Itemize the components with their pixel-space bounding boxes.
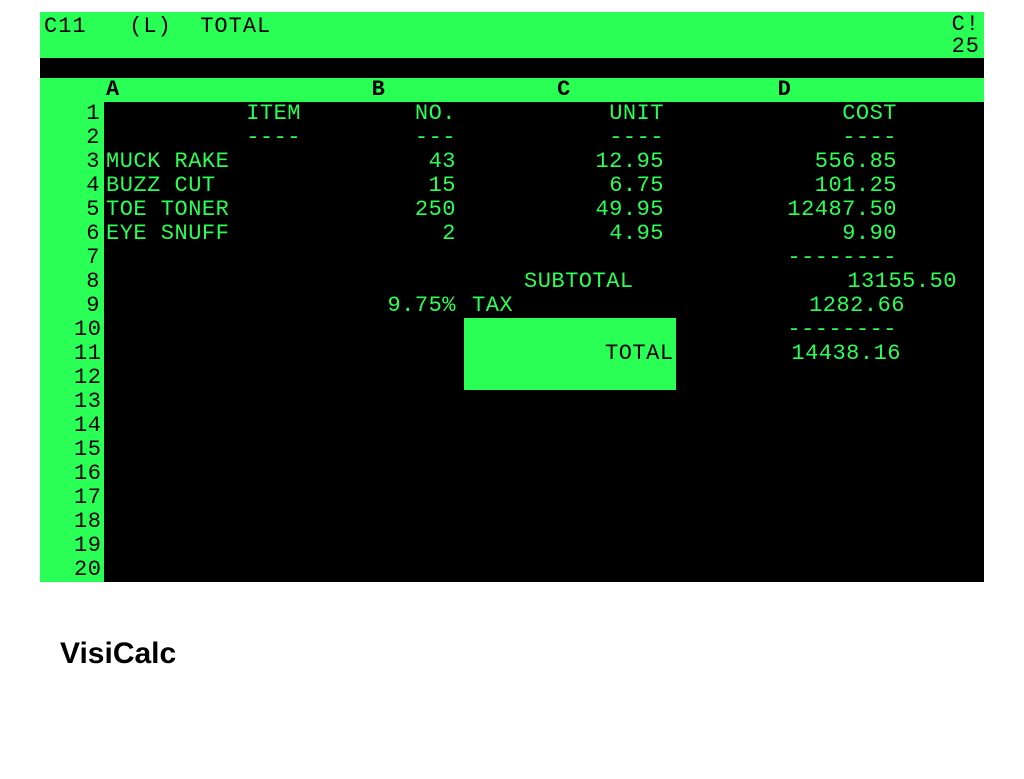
table-row[interactable]: 13 — [74, 390, 984, 414]
row-number: 7 — [74, 246, 104, 270]
visicalc-screen: C11 (L) TOTAL C! 25 A B C D 1 ITEM NO. — [40, 12, 984, 582]
table-row[interactable]: 14 — [74, 414, 984, 438]
col-header-d[interactable]: D — [672, 78, 905, 102]
status-format: (L) — [129, 14, 172, 39]
table-row[interactable]: 3 MUCK RAKE 43 12.95 556.85 — [74, 150, 984, 174]
row-number: 4 — [74, 174, 104, 198]
cell[interactable]: 101.25 — [672, 174, 905, 198]
caption: VisiCalc — [60, 637, 1024, 671]
cell[interactable]: 14438.16 — [676, 342, 909, 366]
status-content: TOTAL — [200, 14, 271, 39]
cell[interactable]: 556.85 — [672, 150, 905, 174]
cell[interactable]: 250 — [301, 198, 464, 222]
table-row[interactable]: 20 — [74, 558, 984, 582]
cell[interactable]: ITEM — [104, 102, 301, 126]
spreadsheet[interactable]: A B C D 1 ITEM NO. UNIT COST 2 ---- --- … — [40, 78, 984, 582]
status-cell-ref: C11 — [44, 14, 87, 39]
cell[interactable]: NO. — [301, 102, 464, 126]
cell[interactable]: -------- — [672, 318, 905, 342]
separator-strip — [40, 58, 984, 78]
row-number: 10 — [74, 318, 104, 342]
row-number: 9 — [74, 294, 104, 318]
table-row[interactable]: 17 — [74, 486, 984, 510]
cell[interactable]: 2 — [301, 222, 464, 246]
status-bar: C11 (L) TOTAL C! 25 — [40, 12, 984, 58]
cell[interactable]: BUZZ CUT — [104, 174, 301, 198]
col-header-c[interactable]: C — [464, 78, 672, 102]
status-memory: 25 — [952, 36, 980, 58]
cell[interactable]: --- — [301, 126, 464, 150]
row-number: 8 — [74, 270, 104, 294]
row-number: 11 — [74, 342, 104, 366]
row-number: 16 — [74, 462, 104, 486]
cell[interactable]: MUCK RAKE — [104, 150, 301, 174]
cell[interactable]: COST — [672, 102, 905, 126]
column-header-row: A B C D — [74, 78, 984, 102]
row-number: 6 — [74, 222, 104, 246]
row-number: 5 — [74, 198, 104, 222]
row-number: 20 — [74, 558, 104, 582]
status-right: C! 25 — [952, 14, 980, 58]
row-number: 13 — [74, 390, 104, 414]
table-row[interactable]: 18 — [74, 510, 984, 534]
table-row[interactable]: 7 -------- — [74, 246, 984, 270]
table-row[interactable]: 19 — [74, 534, 984, 558]
cell[interactable]: SUBTOTAL — [464, 270, 732, 294]
cell[interactable]: 49.95 — [464, 198, 672, 222]
cell[interactable]: EYE SNUFF — [104, 222, 301, 246]
row-number: 15 — [74, 438, 104, 462]
table-row[interactable]: 16 — [74, 462, 984, 486]
table-row[interactable]: 8 SUBTOTAL 13155.50 — [74, 270, 984, 294]
left-gutter — [40, 78, 74, 582]
cell[interactable]: 6.75 — [464, 174, 672, 198]
selected-cell[interactable]: TOTAL — [464, 318, 676, 390]
total-label: TOTAL — [605, 341, 674, 366]
col-header-a[interactable]: A — [104, 78, 301, 102]
status-left: C11 (L) TOTAL — [44, 14, 271, 58]
cell[interactable]: 9.75% — [301, 294, 464, 318]
grid-area[interactable]: A B C D 1 ITEM NO. UNIT COST 2 ---- --- … — [74, 78, 984, 582]
row-number: 2 — [74, 126, 104, 150]
cell[interactable]: 12487.50 — [672, 198, 905, 222]
row-number: 1 — [74, 102, 104, 126]
cell[interactable]: ---- — [104, 126, 301, 150]
cell[interactable]: 9.90 — [672, 222, 905, 246]
table-row[interactable]: 1 ITEM NO. UNIT COST — [74, 102, 984, 126]
cell[interactable]: 43 — [301, 150, 464, 174]
table-row[interactable]: 5 TOE TONER 250 49.95 12487.50 — [74, 198, 984, 222]
cell[interactable]: UNIT — [464, 102, 672, 126]
row-number: 19 — [74, 534, 104, 558]
row-number: 17 — [74, 486, 104, 510]
row-number: 12 — [74, 366, 104, 390]
cell[interactable]: TAX — [464, 294, 680, 318]
cell[interactable]: -------- — [672, 246, 905, 270]
col-header-b[interactable]: B — [301, 78, 464, 102]
table-row[interactable]: 11 TOTAL 14438.16 — [74, 342, 984, 366]
cell[interactable]: 4.95 — [464, 222, 672, 246]
row-number: 3 — [74, 150, 104, 174]
table-row[interactable]: 15 — [74, 438, 984, 462]
cell[interactable]: 13155.50 — [732, 270, 965, 294]
table-row[interactable]: 6 EYE SNUFF 2 4.95 9.90 — [74, 222, 984, 246]
status-indicator: C! — [952, 14, 980, 36]
cell[interactable]: TOE TONER — [104, 198, 301, 222]
row-number: 18 — [74, 510, 104, 534]
table-row[interactable]: 4 BUZZ CUT 15 6.75 101.25 — [74, 174, 984, 198]
cell[interactable]: 15 — [301, 174, 464, 198]
table-row[interactable]: 2 ---- --- ---- ---- — [74, 126, 984, 150]
cell[interactable]: 1282.66 — [680, 294, 913, 318]
row-number: 14 — [74, 414, 104, 438]
cell[interactable]: ---- — [464, 126, 672, 150]
table-row[interactable]: 9 9.75% TAX 1282.66 — [74, 294, 984, 318]
cell[interactable]: 12.95 — [464, 150, 672, 174]
cell[interactable]: ---- — [672, 126, 905, 150]
